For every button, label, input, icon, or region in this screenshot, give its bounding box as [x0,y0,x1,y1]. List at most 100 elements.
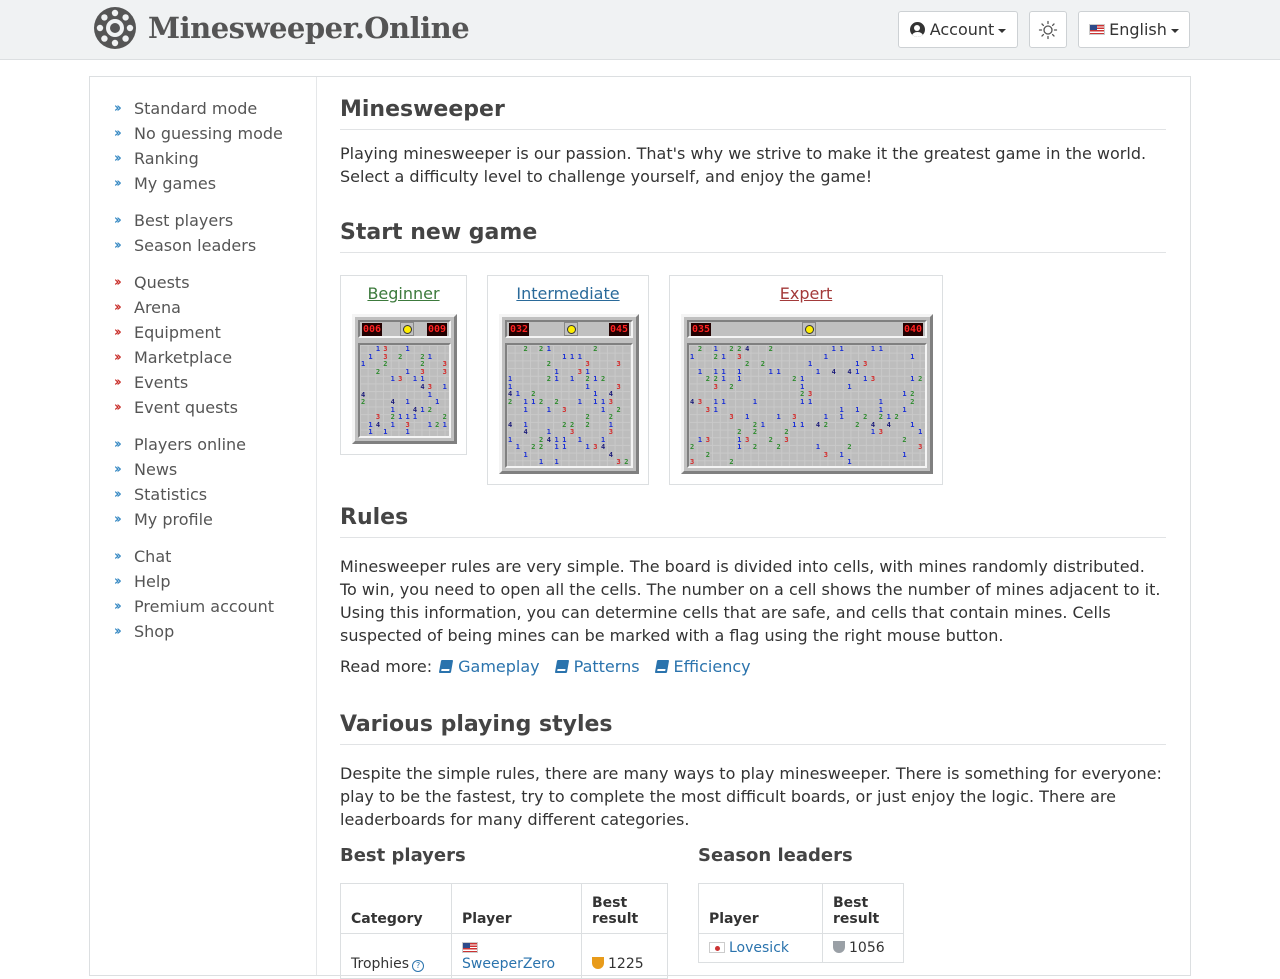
expert-game-card[interactable]: Expert 035 040 2122421111121311221131111… [669,275,943,485]
cell-number: 4 [601,443,606,452]
sidebar-item-my-profile[interactable]: ›› My profile [114,507,283,532]
sidebar-item-label: Equipment [134,323,221,342]
double-chevron-icon: ›› [114,213,122,228]
cell-number: 2 [752,443,758,452]
sidebar-item-label: Chat [134,547,172,566]
sidebar-item-help[interactable]: ›› Help [114,569,283,594]
sidebar-item-label: No guessing mode [134,124,283,143]
double-chevron-icon: ›› [114,462,122,477]
cell-number: 3 [690,458,695,467]
intermediate-link[interactable]: Intermediate [488,284,648,304]
cell-number: 3 [593,443,598,452]
cell-number: 1 [697,435,703,444]
cell-number: 3 [737,352,742,361]
efficiency-link[interactable]: Efficiency [674,657,751,676]
cell-number: 2 [752,428,758,437]
sidebar-item-season-leaders[interactable]: ›› Season leaders [114,233,283,258]
sidebar-item-premium-account[interactable]: ›› Premium account [114,594,283,619]
sidebar-item-quests[interactable]: ›› Quests [114,270,283,295]
double-chevron-icon: ›› [114,275,122,290]
patterns-link[interactable]: Patterns [574,657,640,676]
sidebar-group: ›› Quests ›› Arena ›› Equipment ›› Marketplace ›… [114,270,283,420]
cell-number: 1 [737,443,742,452]
page-title: Minesweeper [340,97,1166,130]
cell-number: 1 [593,375,598,384]
sidebar-item-my-games[interactable]: ›› My games [114,171,283,196]
question-icon[interactable]: ? [412,960,425,972]
cell-number: 1 [515,390,520,399]
caret-down-icon [1170,28,1179,33]
cell-number: 2 [546,360,551,369]
season-leaders-table: Player Best result Lovesick 1056 [698,883,904,963]
us-flag-icon [1089,24,1106,35]
sidebar-item-news[interactable]: ›› News [114,457,283,482]
cell-number: 1 [442,420,447,429]
beginner-game-card[interactable]: Beginner 006 009 13113221122321331311431… [340,275,467,455]
result-cell: 1225 [608,956,644,972]
cell-number: 1 [405,345,410,353]
cell-number: 1 [546,405,551,414]
cell-number: 3 [616,360,621,369]
cell-number: 3 [577,367,582,376]
sidebar-item-equipment[interactable]: ›› Equipment [114,320,283,345]
cell-number: 1 [412,413,418,422]
cell-number: 2 [760,360,766,369]
beginner-link[interactable]: Beginner [341,284,466,304]
cell-number: 1 [721,375,726,384]
cell-number: 1 [593,397,598,406]
sidebar-item-label: Best players [134,211,234,230]
read-more-label: Read more: [340,657,433,676]
sidebar-group: ›› Players online ›› News ›› Statistics ›› My p… [114,432,283,532]
cell-number: 2 [539,397,544,406]
cell-number: 3 [745,435,750,444]
sidebar-item-no-guessing-mode[interactable]: ›› No guessing mode [114,121,283,146]
cell-number: 2 [823,420,828,429]
account-dropdown[interactable]: Account [898,11,1018,48]
cell-number: 1 [405,367,410,376]
sun-icon [1038,20,1058,39]
double-chevron-icon: ›› [114,549,122,564]
sidebar-item-chat[interactable]: ›› Chat [114,544,283,569]
cell-number: 1 [570,375,575,384]
cell-number: 1 [878,345,884,353]
sidebar-item-statistics[interactable]: ›› Statistics [114,482,283,507]
sidebar-item-standard-mode[interactable]: ›› Standard mode [114,96,283,121]
expert-link[interactable]: Expert [670,284,942,304]
sidebar-item-marketplace[interactable]: ›› Marketplace [114,345,283,370]
cell-number: 3 [562,405,567,414]
sidebar-item-event-quests[interactable]: ›› Event quests [114,395,283,420]
best-players-table: Category Player Best result Trophies? Sw… [340,883,668,979]
cell-number: 1 [768,367,773,376]
top-navbar: Minesweeper.Online Account English [0,0,1280,60]
sidebar-item-events[interactable]: ›› Events [114,370,283,395]
cell-number: 3 [697,397,703,406]
sidebar-item-arena[interactable]: ›› Arena [114,295,283,320]
mines-counter: 035 [691,323,712,336]
player-link[interactable]: Lovesick [729,940,789,956]
sidebar: ›› Standard mode ›› No guessing mode ›› Ranki… [90,77,317,975]
cell-number: 1 [390,420,395,429]
mines-counter: 006 [362,323,383,336]
intermediate-game-card[interactable]: Intermediate 032 045 2212111233131121121… [487,275,649,485]
sidebar-item-ranking[interactable]: ›› Ranking [114,146,283,171]
cell-number: 2 [562,420,567,429]
theme-toggle-button[interactable] [1029,11,1067,48]
cell-number: 2 [855,420,860,429]
sidebar-item-players-online[interactable]: ›› Players online [114,432,283,457]
brand-link[interactable]: Minesweeper.Online [92,5,470,51]
gameplay-link[interactable]: Gameplay [458,657,540,676]
book-icon [438,660,454,673]
cell-number: 2 [616,405,621,414]
cell-number: 1 [562,443,567,452]
cell-number: 1 [539,458,544,467]
cell-number: 2 [918,375,923,384]
sidebar-item-best-players[interactable]: ›› Best players [114,208,283,233]
cell-number: 1 [847,382,852,391]
cell-number: 1 [697,367,703,376]
player-link[interactable]: SweeperZero [462,956,555,972]
language-dropdown[interactable]: English [1078,11,1190,48]
sidebar-item-shop[interactable]: ›› Shop [114,619,283,644]
double-chevron-icon: ›› [114,487,122,502]
category-cell: Trophies [351,956,410,972]
cell-number: 1 [531,397,536,406]
